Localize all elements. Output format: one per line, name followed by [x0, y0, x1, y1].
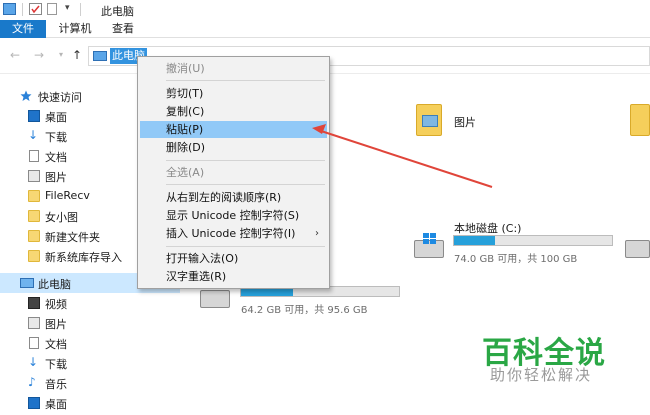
- computer-icon: [20, 278, 34, 288]
- computer-icon[interactable]: [3, 3, 16, 15]
- picture-icon: [422, 115, 438, 127]
- menu-separator: [166, 246, 325, 247]
- menu-item-cut[interactable]: 剪切(T): [140, 85, 327, 102]
- back-icon[interactable]: ←: [8, 48, 22, 62]
- sidebar-item-pictures-pc[interactable]: 图片: [0, 313, 180, 333]
- drive-d-icon[interactable]: [200, 290, 230, 308]
- document-icon: [29, 150, 39, 162]
- sidebar-item-label: 女小图: [45, 211, 78, 224]
- menu-item-label: 插入 Unicode 控制字符(I): [166, 227, 296, 240]
- sidebar-item-label: 新建文件夹: [45, 231, 100, 244]
- properties-icon[interactable]: [29, 3, 42, 15]
- menu-item-paste[interactable]: 粘贴(P): [140, 121, 327, 138]
- window-title: 此电脑: [101, 5, 134, 18]
- download-icon: ↓: [28, 355, 39, 369]
- windows-logo-icon: [423, 233, 437, 245]
- sidebar-item-label: 下载: [45, 358, 67, 371]
- drive-d-space: 64.2 GB 可用，共 95.6 GB: [241, 305, 368, 316]
- folder-icon: [28, 250, 40, 262]
- tab-view[interactable]: 查看: [106, 20, 140, 38]
- qat-divider: [80, 3, 81, 16]
- recent-dropdown-icon[interactable]: ▾: [54, 48, 68, 62]
- menu-separator: [166, 184, 325, 185]
- drive-c-usage-fill: [454, 236, 496, 245]
- sidebar-item-music[interactable]: ♪ 音乐: [0, 373, 180, 393]
- sidebar-item-desktop-pc[interactable]: 桌面: [0, 393, 180, 413]
- drive-c-name[interactable]: 本地磁盘 (C:): [454, 220, 521, 236]
- menu-item-delete[interactable]: 删除(D): [140, 139, 327, 156]
- computer-icon: [93, 51, 107, 61]
- menu-item-select-all[interactable]: 全选(A): [140, 164, 327, 181]
- sidebar-item-downloads-pc[interactable]: ↓ 下载: [0, 353, 180, 373]
- star-icon: [20, 90, 32, 101]
- menu-item-rtl-reading[interactable]: 从右到左的阅读顺序(R): [140, 189, 327, 206]
- sidebar-item-label: 音乐: [45, 378, 67, 391]
- drive-icon[interactable]: [625, 240, 650, 258]
- sidebar-item-videos[interactable]: 视频: [0, 293, 180, 313]
- tab-computer[interactable]: 计算机: [54, 20, 96, 38]
- tab-file[interactable]: 文件: [0, 20, 46, 38]
- sidebar-item-label: 文档: [45, 151, 67, 164]
- menu-item-undo[interactable]: 撤消(U): [140, 60, 327, 77]
- music-icon: ♪: [28, 375, 36, 389]
- folder-icon[interactable]: [416, 104, 442, 136]
- sidebar-item-label: FileRecv: [45, 189, 90, 202]
- qat-divider: [22, 3, 23, 16]
- menu-item-reconvert[interactable]: 汉字重选(R): [140, 268, 327, 285]
- folder-icon: [28, 190, 40, 202]
- qat-dropdown-icon[interactable]: ▾: [65, 3, 70, 13]
- checkmark-icon: [31, 5, 40, 14]
- picture-icon: [28, 317, 40, 329]
- desktop-icon: [28, 397, 40, 409]
- menu-item-insert-unicode[interactable]: 插入 Unicode 控制字符(I) ›: [140, 225, 327, 242]
- drive-c-icon[interactable]: [414, 233, 444, 258]
- document-icon: [29, 337, 39, 349]
- sidebar-item-label: 图片: [45, 171, 67, 184]
- menu-item-copy[interactable]: 复制(C): [140, 103, 327, 120]
- watermark-subtitle: 助你轻松解决: [490, 366, 593, 384]
- sidebar-item-documents-pc[interactable]: 文档: [0, 333, 180, 353]
- video-icon: [28, 297, 40, 309]
- sidebar-item-label: 文档: [45, 338, 67, 351]
- sidebar-item-label: 此电脑: [38, 278, 71, 291]
- sidebar-item-label: 新系统库存导入: [45, 251, 122, 264]
- folder-icon: [28, 210, 40, 222]
- folder-label[interactable]: 图片: [454, 114, 476, 130]
- drive-c-usage-bar: [453, 235, 613, 246]
- sidebar-item-label: 桌面: [45, 111, 67, 124]
- ribbon-tabs: 文件 计算机 查看: [0, 20, 650, 38]
- sidebar-item-label: 视频: [45, 298, 67, 311]
- sidebar-item-label: 下载: [45, 131, 67, 144]
- sidebar-item-label: 桌面: [45, 398, 67, 411]
- menu-separator: [166, 80, 325, 81]
- title-bar: ▾ 此电脑: [0, 0, 650, 20]
- drive-c-space: 74.0 GB 可用，共 100 GB: [454, 254, 578, 265]
- forward-icon[interactable]: →: [32, 48, 46, 62]
- new-folder-icon[interactable]: [47, 3, 57, 15]
- menu-item-open-ime[interactable]: 打开输入法(O): [140, 250, 327, 267]
- sidebar-item-label: 快速访问: [38, 91, 82, 104]
- download-icon: ↓: [28, 128, 39, 142]
- submenu-arrow-icon: ›: [315, 228, 319, 239]
- picture-icon: [28, 170, 40, 182]
- sidebar-item-label: 图片: [45, 318, 67, 331]
- up-icon[interactable]: ↑: [70, 48, 84, 62]
- menu-separator: [166, 160, 325, 161]
- menu-item-show-unicode[interactable]: 显示 Unicode 控制字符(S): [140, 207, 327, 224]
- folder-icon[interactable]: [630, 104, 650, 136]
- desktop-icon: [28, 110, 40, 122]
- context-menu: 撤消(U) 剪切(T) 复制(C) 粘贴(P) 删除(D) 全选(A) 从右到左…: [137, 56, 330, 289]
- folder-icon: [28, 230, 40, 242]
